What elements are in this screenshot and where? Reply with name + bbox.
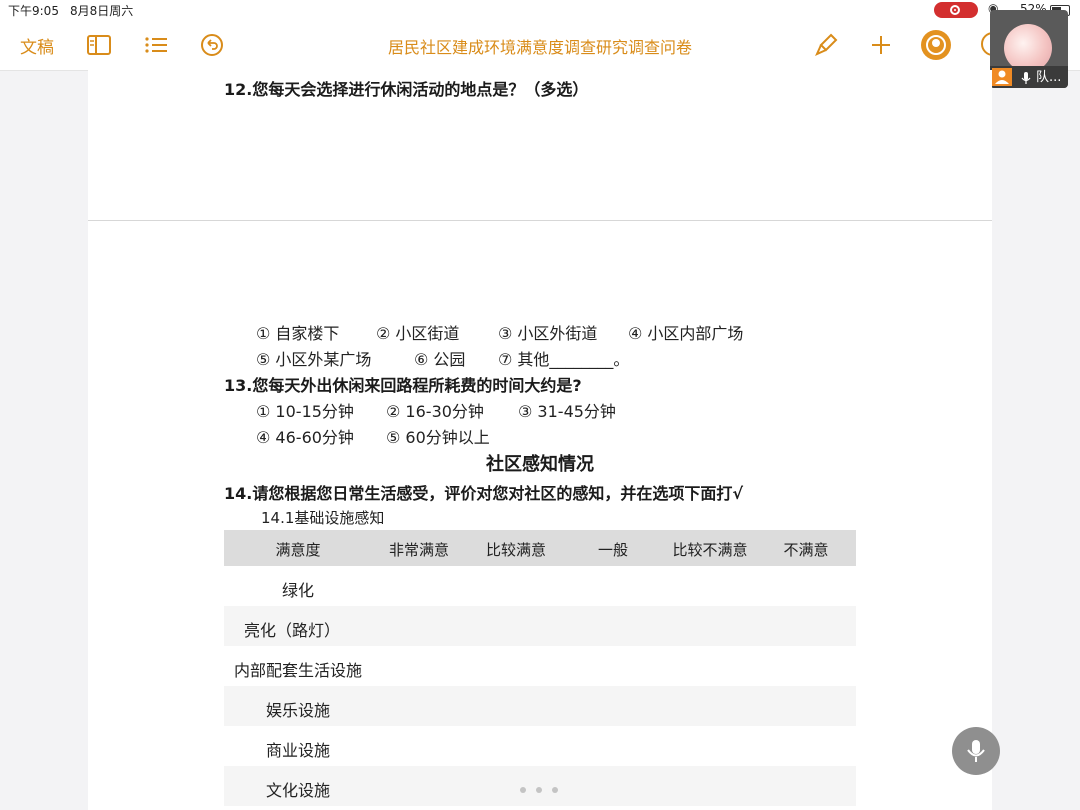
q12-option: ⑥ 公园 [414, 350, 466, 369]
q12-option: ① 自家楼下 [256, 324, 340, 343]
participant-avatar [1004, 24, 1052, 72]
row-label: 商业设施 [265, 741, 330, 760]
add-icon[interactable] [868, 32, 894, 58]
table-row: 内部配套生活设施 [224, 646, 856, 686]
row-label: 内部配套生活设施 [233, 661, 362, 680]
table-header-cell: 一般 [597, 541, 628, 559]
document-title: 居民社区建成环境满意度调查研究调查问卷 [387, 38, 692, 57]
paintbrush-icon[interactable] [813, 32, 839, 58]
document-toolbar: 文稿 居民社区建成环境满意度调查研究调查问卷 [0, 20, 1080, 71]
table-row: 商业设施 [224, 726, 856, 766]
collaborate-icon[interactable] [921, 30, 951, 60]
video-call-thumbnail[interactable]: 队... [990, 10, 1068, 88]
q13-option: ② 16-30分钟 [386, 402, 484, 421]
microphone-icon [1020, 70, 1032, 84]
q12-option: ③ 小区外街道 [498, 324, 598, 343]
question-12: 12.您每天会选择进行休闲活动的地点是？（多选） [224, 80, 589, 99]
microphone-button[interactable] [952, 727, 1000, 775]
q13-option: ⑤ 60分钟以上 [386, 428, 490, 447]
q12-option: ② 小区街道 [376, 324, 460, 343]
table-row: 绿化 [224, 566, 856, 606]
table-row: 亮化（路灯） [224, 606, 856, 646]
row-label: 娱乐设施 [265, 701, 330, 720]
table-header-cell: 满意度 [275, 541, 321, 559]
participant-name: 队... [1036, 70, 1062, 85]
status-date: 8月8日周六 [70, 4, 134, 18]
q12-option: ⑤ 小区外某广场 [256, 350, 372, 369]
table-header: 满意度 非常满意 比较满意 一般 比较不满意 不满意 [224, 530, 856, 566]
table-row: 娱乐设施 [224, 686, 856, 726]
q12-option: ④ 小区内部广场 [628, 324, 744, 343]
row-label: 绿化 [281, 581, 314, 600]
q12-option: ⑦ 其他________。 [498, 350, 630, 369]
q13-option: ④ 46-60分钟 [256, 428, 354, 447]
page-indicator [520, 778, 568, 797]
row-label: 文化设施 [265, 781, 330, 800]
table-header-cell: 非常满意 [388, 541, 449, 559]
person-icon [992, 68, 1012, 86]
table-header-cell: 比较满意 [485, 541, 546, 559]
screen-recording-indicator[interactable] [934, 2, 978, 18]
status-time: 下午9:05 [8, 4, 59, 18]
question-13: 13.您每天外出休闲来回路程所耗费的时间大约是? [224, 376, 582, 395]
row-label: 亮化（路灯） [243, 621, 340, 640]
document-page: 12.您每天会选择进行休闲活动的地点是？（多选） [88, 70, 992, 221]
question-14: 14.请您根据您日常生活感受，评价对您对社区的感知，并在选项下面打√ [224, 484, 744, 503]
document-page: ① 自家楼下 ② 小区街道 ③ 小区外街道 ④ 小区内部广场 ⑤ 小区外某广场 … [88, 221, 992, 810]
q13-option: ① 10-15分钟 [256, 402, 354, 421]
status-bar: 下午9:05 8月8日周六 ◉ 52% [0, 0, 1080, 20]
table-header-cell: 比较不满意 [672, 541, 748, 559]
section-title: 社区感知情况 [486, 454, 594, 475]
table-header-cell: 不满意 [783, 541, 829, 559]
q13-option: ③ 31-45分钟 [518, 402, 616, 421]
subsection-title: 14.1基础设施感知 [261, 509, 385, 527]
